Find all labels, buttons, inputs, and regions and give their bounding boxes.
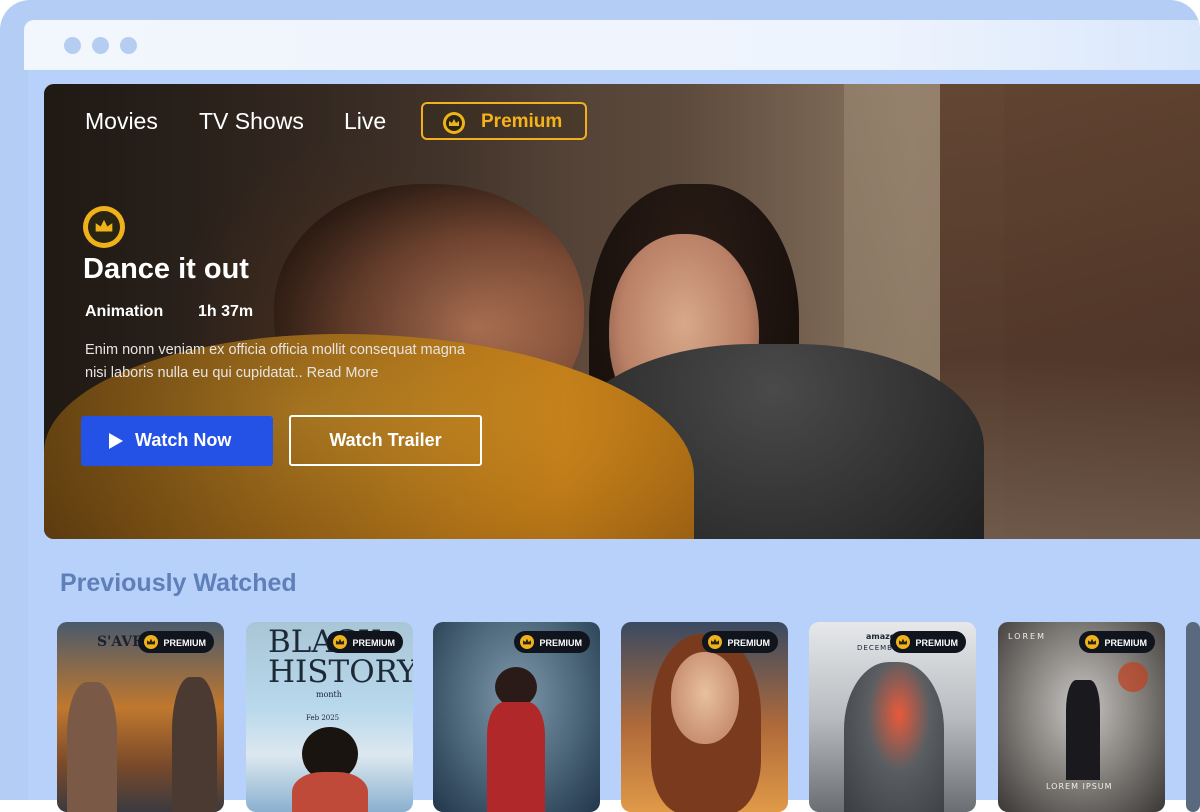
- hero-title: Dance it out: [83, 253, 249, 285]
- hero-duration: 1h 37m: [198, 303, 254, 320]
- crown-icon: [895, 635, 910, 649]
- nav-live[interactable]: Live: [344, 108, 386, 135]
- movie-card-partial[interactable]: [1186, 622, 1200, 812]
- crown-icon: [519, 635, 534, 649]
- crown-icon: [443, 112, 465, 134]
- premium-badge: PREMIUM: [326, 631, 403, 653]
- watch-trailer-button[interactable]: Watch Trailer: [289, 415, 482, 466]
- movie-card[interactable]: S'AVENGE PREMIUM: [57, 622, 224, 812]
- premium-badge: PREMIUM: [1078, 631, 1155, 653]
- poster-date: Feb 2025: [306, 714, 340, 722]
- crown-icon: [83, 206, 125, 248]
- poster-title: LOREM: [1008, 632, 1046, 641]
- premium-button[interactable]: Premium: [421, 102, 587, 140]
- hero-description: Enim nonn veniam ex officia officia moll…: [85, 342, 465, 381]
- watch-trailer-label: Watch Trailer: [329, 430, 442, 450]
- section-title: Previously Watched: [60, 569, 297, 597]
- movie-card[interactable]: PREMIUM: [433, 622, 600, 812]
- premium-badge: PREMIUM: [701, 631, 778, 653]
- watch-now-button[interactable]: Watch Now: [81, 416, 273, 466]
- nav-tv-shows[interactable]: TV Shows: [199, 108, 304, 135]
- premium-label: Premium: [481, 111, 563, 132]
- movie-card[interactable]: PREMIUM: [621, 622, 788, 812]
- watch-now-label: Watch Now: [135, 430, 232, 450]
- premium-badge: PREMIUM: [513, 631, 590, 653]
- movie-card[interactable]: LOREM LOREM IPSUM PREMIUM: [998, 622, 1165, 812]
- crown-icon: [332, 635, 347, 649]
- movie-card[interactable]: amazon DECEMBER PREMIUM: [809, 622, 976, 812]
- premium-badge: PREMIUM: [137, 631, 214, 653]
- crown-icon: [143, 635, 158, 649]
- play-icon: [109, 433, 123, 449]
- browser-chrome: [24, 20, 1200, 70]
- window-dot[interactable]: [64, 37, 81, 54]
- movie-card[interactable]: BLACK HISTORY month Feb 2025 PREMIUM: [246, 622, 413, 812]
- nav-movies[interactable]: Movies: [85, 108, 158, 135]
- window-dot[interactable]: [92, 37, 109, 54]
- premium-badge: PREMIUM: [889, 631, 966, 653]
- crown-icon: [707, 635, 722, 649]
- crown-icon: [1084, 635, 1099, 649]
- poster-subtitle: month: [316, 690, 342, 699]
- hero-genre: Animation: [85, 303, 164, 320]
- poster-subtitle: LOREM IPSUM: [1046, 782, 1113, 791]
- window-dot[interactable]: [120, 37, 137, 54]
